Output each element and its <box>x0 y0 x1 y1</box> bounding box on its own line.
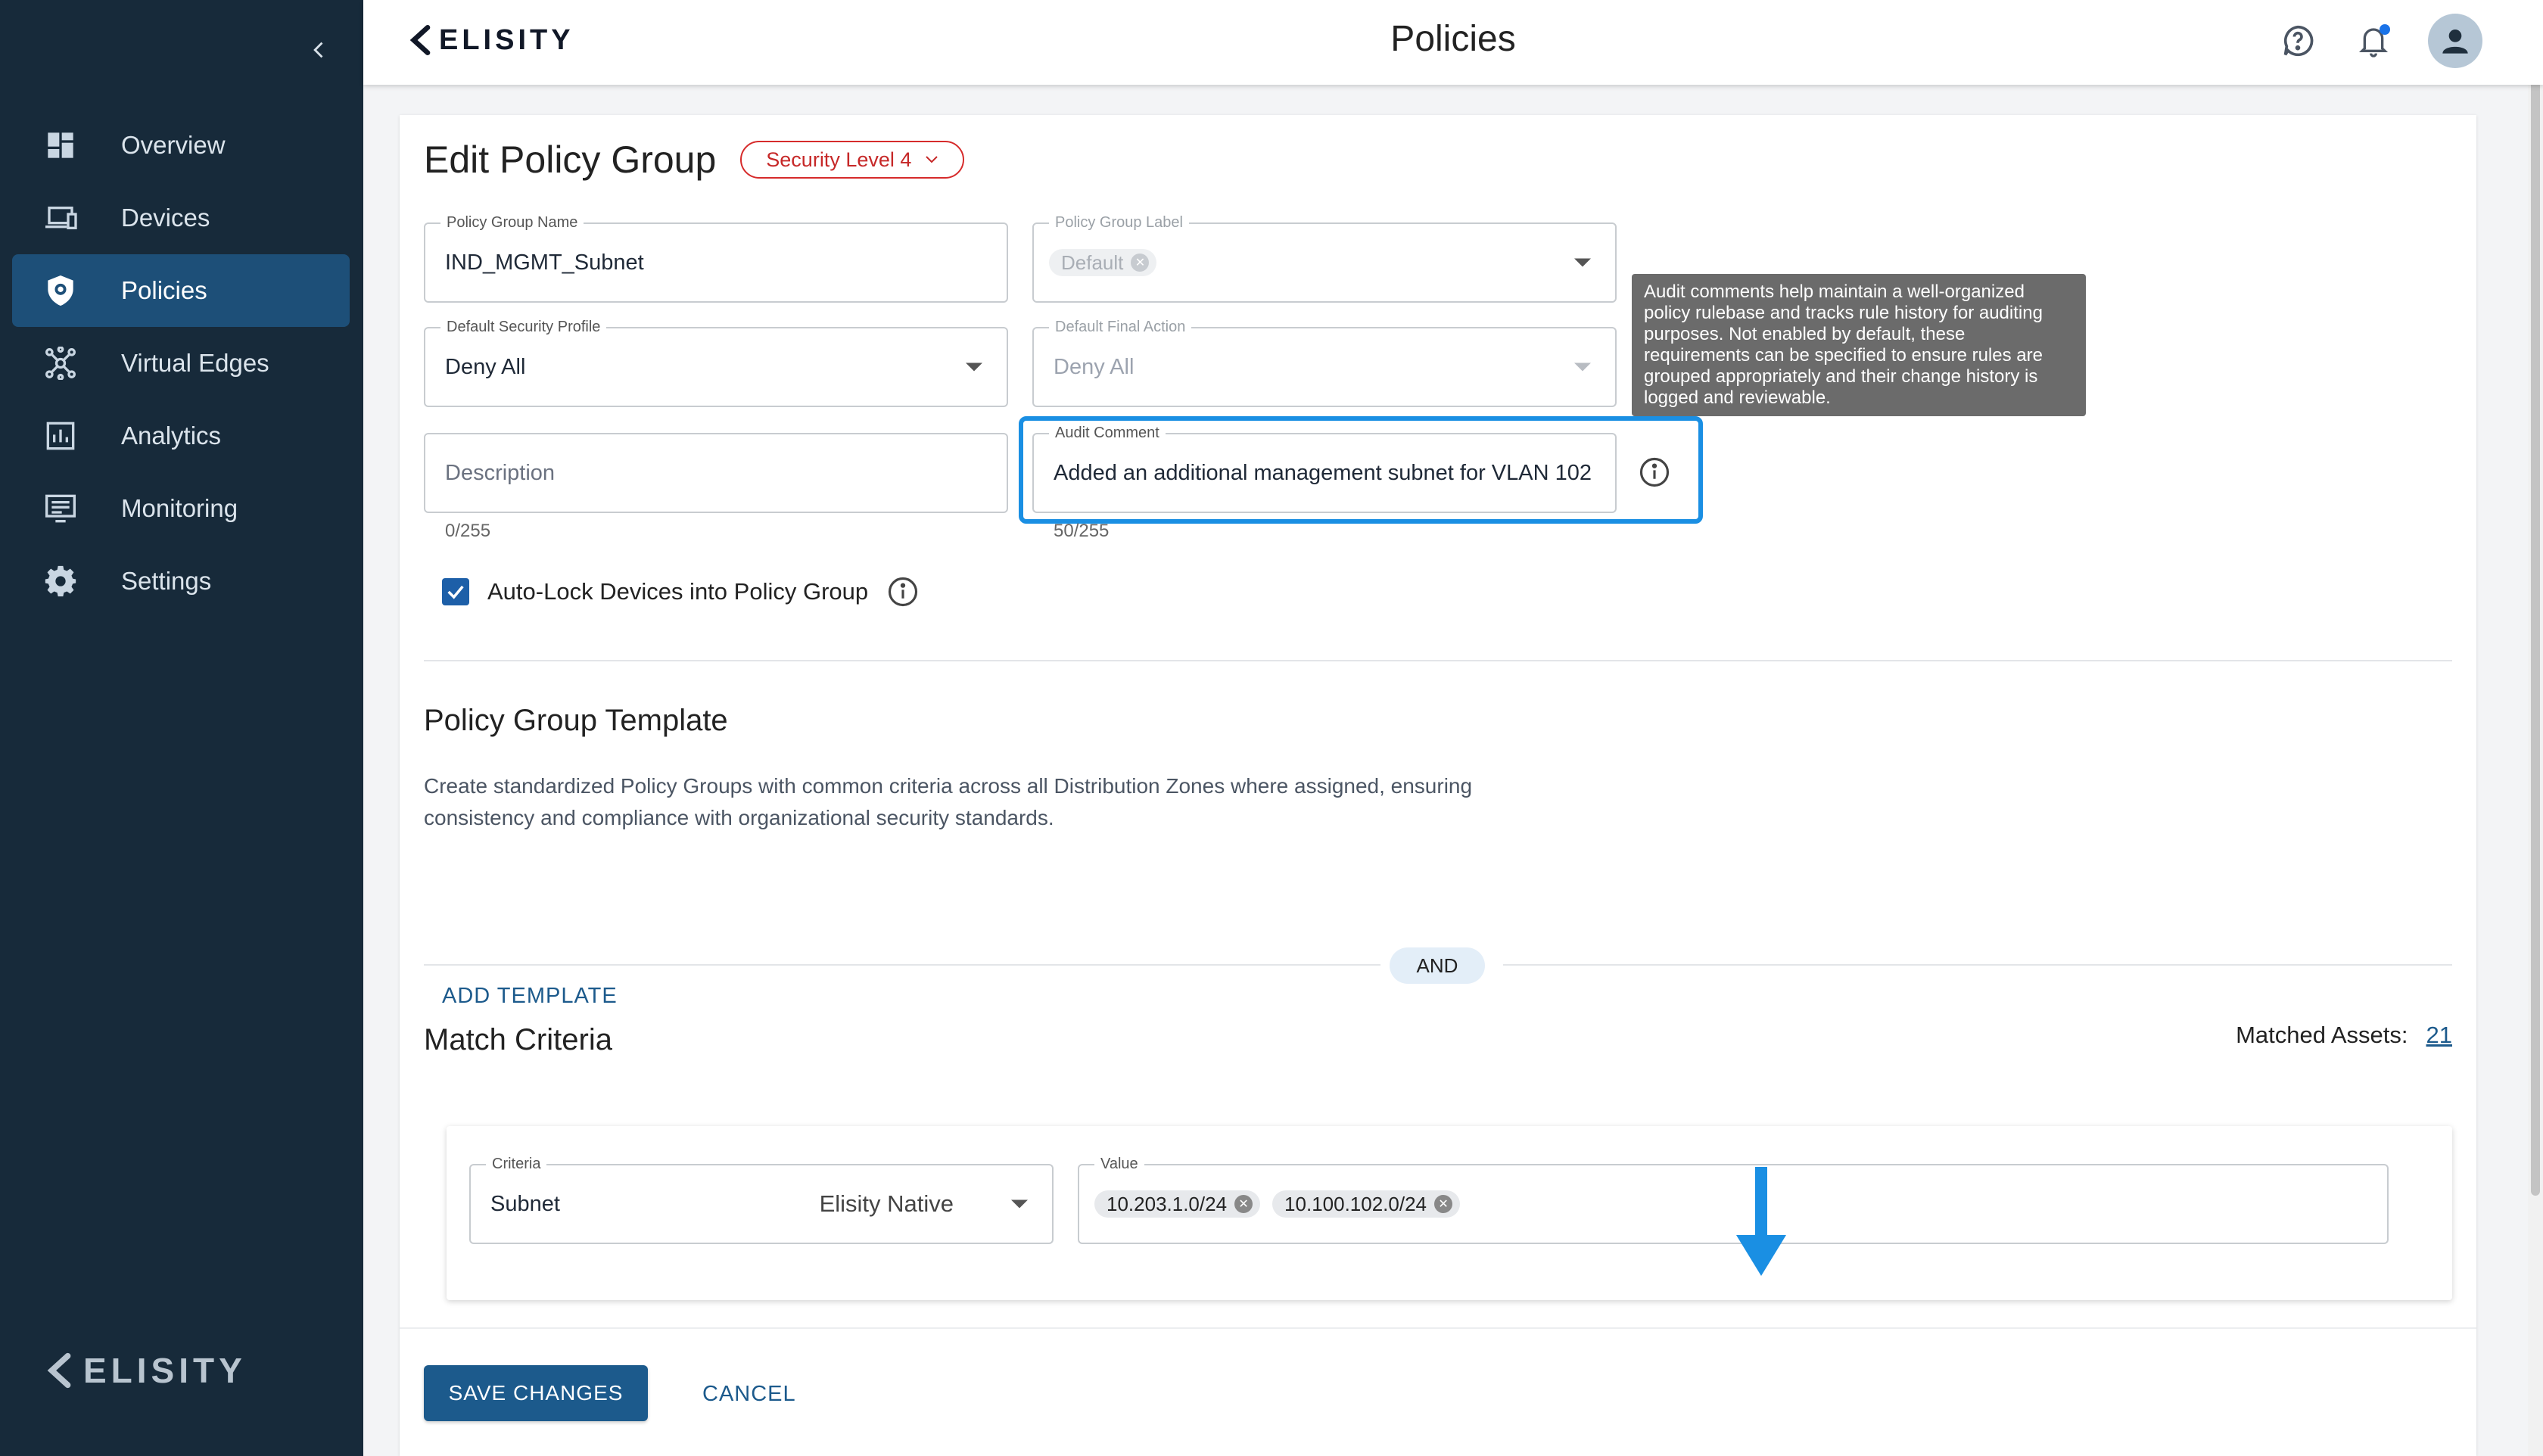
footer-divider <box>400 1327 2476 1329</box>
default-security-profile-value: Deny All <box>445 354 526 379</box>
top-bar: ELISITY Policies <box>363 0 2543 85</box>
criteria-source: Elisity Native <box>819 1190 954 1217</box>
sidebar-brand-text: ELISITY <box>83 1351 247 1390</box>
check-icon <box>447 585 464 599</box>
chevron-left-icon <box>313 42 323 58</box>
criteria-card: Criteria Subnet Elisity Native Value 10.… <box>447 1126 2452 1300</box>
sidebar-item-label: Policies <box>121 276 207 304</box>
save-changes-button[interactable]: SAVE CHANGES <box>424 1365 648 1421</box>
value-field[interactable]: Value 10.203.1.0/24 ✕ 10.100.102.0/24 ✕ <box>1078 1156 2389 1244</box>
section-divider <box>424 660 2452 661</box>
matched-assets-link[interactable]: 21 <box>2426 1022 2452 1049</box>
cancel-button[interactable]: CANCEL <box>702 1382 796 1407</box>
collapse-sidebar-button[interactable] <box>303 33 336 67</box>
sidebar-item-virtual-edges[interactable]: Virtual Edges <box>12 327 350 400</box>
sidebar-item-label: Analytics <box>121 422 222 450</box>
subnet-chip[interactable]: 10.100.102.0/24 ✕ <box>1272 1190 1461 1218</box>
notification-badge <box>2380 24 2390 35</box>
close-icon[interactable]: ✕ <box>1131 254 1150 272</box>
sidebar-item-label: Overview <box>121 131 226 159</box>
chip-text: Default <box>1061 250 1124 274</box>
sidebar-item-label: Virtual Edges <box>121 349 269 377</box>
chip-text: 10.203.1.0/24 <box>1107 1192 1228 1215</box>
description-field[interactable]: Description <box>424 433 1008 513</box>
dropdown-caret-icon[interactable] <box>1574 258 1591 267</box>
sidebar-item-settings[interactable]: Settings <box>12 545 350 618</box>
user-icon <box>2442 30 2468 54</box>
default-security-profile-field[interactable]: Default Security Profile Deny All <box>424 319 1008 407</box>
gear-icon <box>42 563 79 599</box>
policy-group-label-field[interactable]: Policy Group Label Default ✕ <box>1032 214 1617 303</box>
dropdown-caret-icon <box>1574 362 1591 372</box>
chip-text: 10.100.102.0/24 <box>1284 1192 1427 1215</box>
sidebar-item-overview[interactable]: Overview <box>12 109 350 182</box>
auto-lock-info-icon[interactable] <box>886 575 920 608</box>
edit-policy-group-card: Edit Policy Group Security Level 4 Polic… <box>400 115 2476 1456</box>
dropdown-caret-icon[interactable] <box>1011 1199 1028 1209</box>
scrollbar-thumb[interactable] <box>2531 45 2540 1196</box>
help-button[interactable] <box>2277 20 2319 62</box>
matched-assets-label: Matched Assets: <box>2236 1022 2408 1048</box>
sidebar-nav: Overview Devices Policies Virtual Edges … <box>12 109 350 618</box>
audit-info-icon[interactable] <box>1638 456 1671 489</box>
sidebar-item-analytics[interactable]: Analytics <box>12 400 350 472</box>
avatar[interactable] <box>2428 14 2482 68</box>
template-section-title: Policy Group Template <box>424 704 728 737</box>
title-row: Edit Policy Group Security Level 4 <box>424 138 965 182</box>
form-title: Edit Policy Group <box>424 138 717 181</box>
audit-comment-field[interactable]: Audit Comment Added an additional manage… <box>1032 425 1617 513</box>
default-final-action-field: Default Final Action Deny All <box>1032 319 1617 407</box>
monitor-icon <box>42 490 79 527</box>
sidebar-logo: ELISITY <box>45 1350 247 1391</box>
elisity-logo-icon <box>47 1352 71 1389</box>
close-icon[interactable]: ✕ <box>1234 1195 1253 1213</box>
sidebar-item-monitoring[interactable]: Monitoring <box>12 472 350 545</box>
sidebar-item-policies[interactable]: Policies <box>12 254 350 327</box>
shield-icon <box>42 272 79 309</box>
audit-comment-tooltip: Audit comments help maintain a well-orga… <box>1632 274 2086 416</box>
template-description: Create standardized Policy Groups with c… <box>424 774 1473 829</box>
and-pill: AND <box>1390 947 1485 984</box>
security-level-dropdown[interactable]: Security Level 4 <box>740 141 965 179</box>
policy-group-name-input[interactable]: IND_MGMT_Subnet <box>445 224 644 301</box>
sidebar-item-label: Settings <box>121 567 212 595</box>
criteria-value: Subnet <box>490 1191 560 1216</box>
criteria-field[interactable]: Criteria Subnet Elisity Native <box>469 1156 1054 1244</box>
auto-lock-label: Auto-Lock Devices into Policy Group <box>487 578 869 605</box>
auto-lock-row: Auto-Lock Devices into Policy Group <box>442 575 920 608</box>
sidebar-item-label: Devices <box>121 204 210 232</box>
label-chip[interactable]: Default ✕ <box>1049 249 1157 276</box>
grid-icon <box>42 127 79 163</box>
description-counter: 0/255 <box>445 521 491 541</box>
audit-comment-input[interactable]: Added an additional management subnet fo… <box>1054 434 1598 512</box>
chart-icon <box>42 418 79 454</box>
sidebar: Overview Devices Policies Virtual Edges … <box>0 0 363 1456</box>
policy-group-label-value: Default ✕ <box>1049 224 1157 301</box>
sidebar-item-devices[interactable]: Devices <box>12 182 350 254</box>
chevron-down-icon <box>926 156 938 163</box>
matched-assets: Matched Assets: 21 <box>2236 1022 2452 1049</box>
subnet-chip[interactable]: 10.203.1.0/24 ✕ <box>1094 1190 1261 1218</box>
audit-comment-counter: 50/255 <box>1054 521 1110 541</box>
match-criteria-title: Match Criteria <box>424 1023 612 1056</box>
help-icon <box>2283 25 2314 57</box>
close-icon[interactable]: ✕ <box>1434 1195 1453 1213</box>
auto-lock-checkbox[interactable] <box>442 578 469 605</box>
top-actions <box>2277 14 2482 68</box>
value-chips: 10.203.1.0/24 ✕ 10.100.102.0/24 ✕ <box>1094 1165 1461 1243</box>
dropdown-caret-icon[interactable] <box>966 362 982 372</box>
notifications-button[interactable] <box>2352 20 2395 62</box>
network-icon <box>42 345 79 381</box>
page-title: Policies <box>1390 19 1516 59</box>
and-divider-left <box>424 964 1380 966</box>
policy-group-name-field[interactable]: Policy Group Name IND_MGMT_Subnet <box>424 214 1008 303</box>
add-template-button[interactable]: ADD TEMPLATE <box>442 984 618 1009</box>
description-input[interactable]: Description <box>445 434 555 512</box>
and-divider-right <box>1503 964 2452 966</box>
sidebar-item-label: Monitoring <box>121 494 238 522</box>
default-final-action-value: Deny All <box>1054 354 1135 379</box>
devices-icon <box>42 200 79 236</box>
down-arrow-icon <box>1736 1167 1786 1276</box>
security-level-label: Security Level 4 <box>766 148 912 171</box>
